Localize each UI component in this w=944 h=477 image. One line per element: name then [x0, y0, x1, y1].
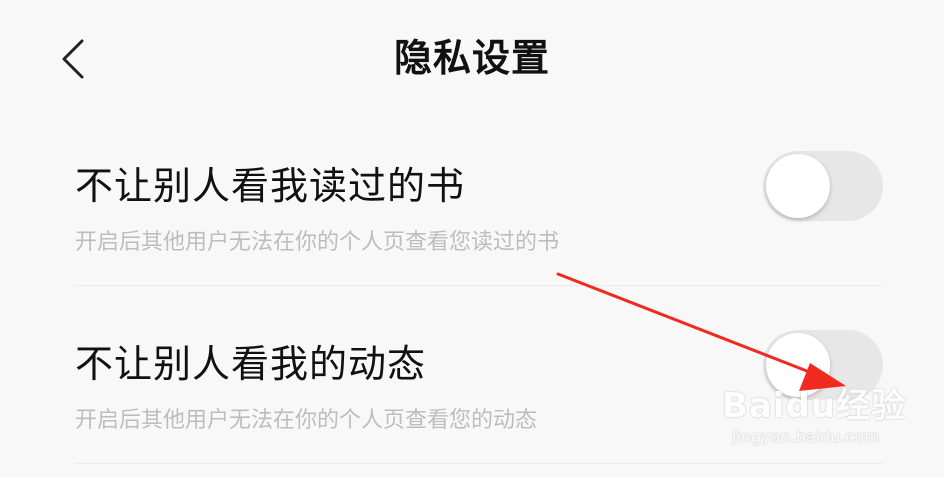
setting-description: 开启后其他用户无法在你的个人页查看您读过的书 — [75, 230, 560, 255]
toggle-knob — [766, 333, 830, 397]
setting-row-hide-activity: 不让别人看我的动态 开启后其他用户无法在你的个人页查看您的动态 — [75, 340, 883, 436]
header-bar: 隐私设置 — [0, 0, 944, 110]
page-title: 隐私设置 — [393, 36, 550, 80]
hide-activity-toggle[interactable] — [763, 330, 883, 400]
setting-description: 开启后其他用户无法在你的个人页查看您的动态 — [75, 408, 538, 433]
divider — [75, 285, 883, 286]
setting-title: 不让别人看我的动态 — [75, 342, 427, 386]
setting-title: 不让别人看我读过的书 — [75, 164, 466, 208]
divider — [75, 463, 883, 464]
hide-read-books-toggle[interactable] — [763, 151, 883, 221]
toggle-knob — [766, 154, 830, 218]
setting-row-hide-read-books: 不让别人看我读过的书 开启后其他用户无法在你的个人页查看您读过的书 — [75, 162, 883, 258]
